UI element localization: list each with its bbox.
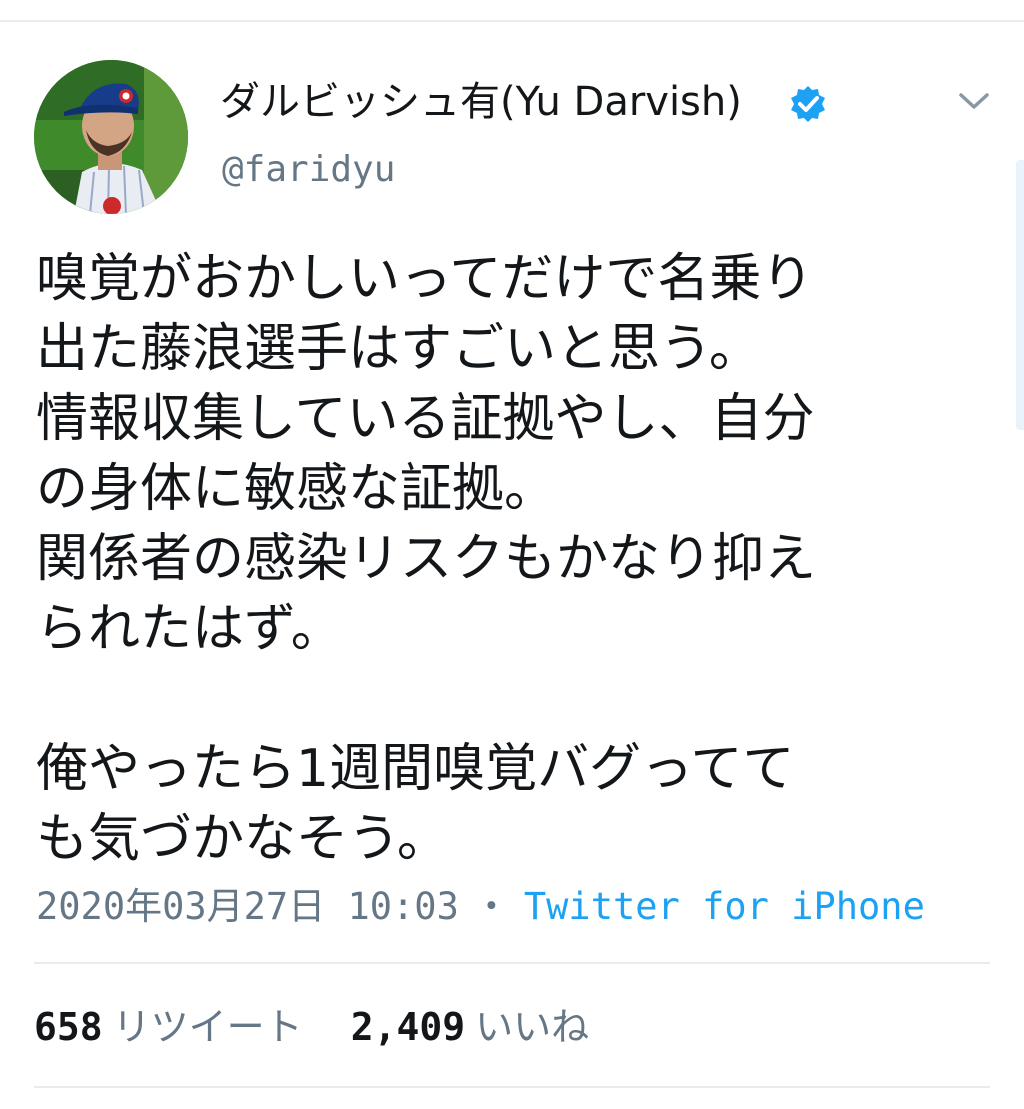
likes-label: いいね — [475, 1005, 590, 1049]
retweets-count: 658 — [34, 1005, 103, 1049]
avatar-image — [34, 60, 188, 214]
display-name[interactable]: ダルビッシュ有(Yu Darvish) — [220, 78, 742, 126]
meta-divider — [34, 962, 990, 964]
meta-separator: ・ — [472, 885, 510, 928]
likes-stat[interactable]: 2,409 いいね — [351, 1004, 589, 1050]
tweet-text: 嗅覚がおかしいってだけで名乗り 出た藤浪選手はすごいと思う。 情報収集している証… — [36, 249, 817, 869]
scrollbar[interactable] — [1016, 160, 1024, 430]
avatar[interactable] — [34, 60, 188, 214]
tweet-source-link[interactable]: Twitter for iPhone — [524, 885, 925, 928]
tweet-meta: 2020年03月27日 10:03 ・ Twitter for iPhone — [36, 884, 925, 930]
tweet-stats: 658 リツイート 2,409 いいね — [34, 1004, 625, 1050]
retweets-stat[interactable]: 658 リツイート — [34, 1004, 303, 1050]
top-divider — [0, 20, 1024, 22]
retweets-label: リツイート — [112, 1005, 303, 1049]
chevron-down-icon[interactable] — [956, 86, 992, 116]
stats-divider — [34, 1086, 990, 1088]
likes-count: 2,409 — [350, 1005, 466, 1049]
tweet-timestamp[interactable]: 2020年03月27日 10:03 — [36, 885, 459, 928]
user-handle[interactable]: @faridyu — [222, 148, 395, 192]
tweet-detail-page: ダルビッシュ有(Yu Darvish) @faridyu 嗅覚がおかしいってだけ… — [0, 0, 1024, 1109]
verified-badge-icon — [791, 86, 825, 122]
